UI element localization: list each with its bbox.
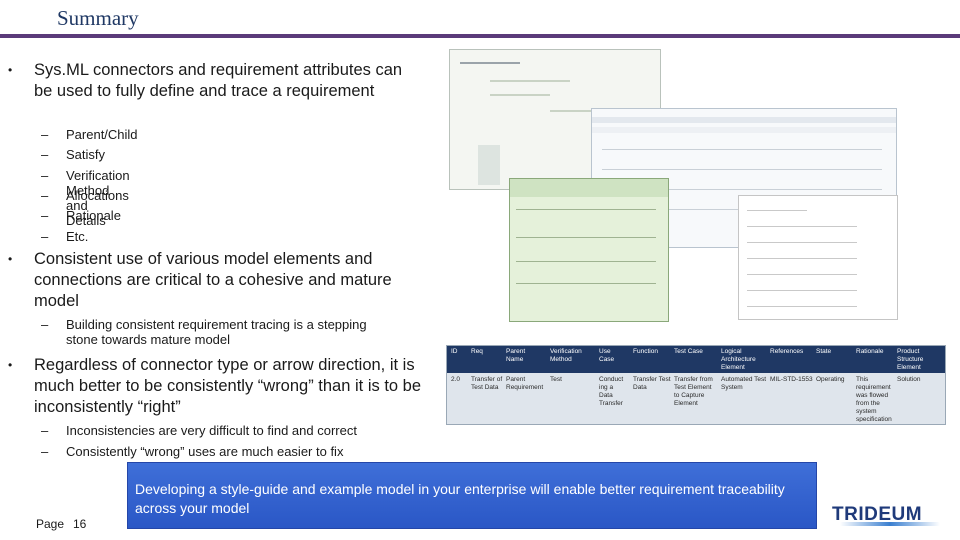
bullet-dot: •: [8, 63, 13, 77]
bullet-dot: •: [8, 252, 13, 266]
table-cell: 2.0: [451, 376, 461, 383]
bullet-text: Consistent use of various model elements…: [34, 250, 392, 310]
table-cell: Automated Test System: [721, 376, 767, 391]
sub-bullet-text: Etc.: [66, 229, 89, 244]
table-header-cell: Verification Method: [550, 348, 582, 363]
logo-swoosh: [840, 522, 940, 526]
bullet-text: Regardless of connector type or arrow di…: [34, 356, 422, 416]
page-label: Page: [36, 517, 65, 531]
page-number: 16: [73, 517, 87, 531]
table-cell: Parent Requirement: [506, 376, 544, 391]
table-cell: Test: [550, 376, 562, 383]
table-header-cell: Rationale: [856, 348, 884, 355]
bullet-list: • Sys.ML connectors and requirement attr…: [0, 0, 440, 470]
table-header-cell: Function: [633, 348, 658, 355]
table-header-cell: Product Structure Element: [897, 348, 924, 371]
sub-bullet-text: Rationale: [66, 208, 121, 223]
table-cell: MIL-STD-1553: [770, 376, 813, 383]
table-header-cell: Use Case: [599, 348, 615, 363]
table-cell: Transfer from Test Element to Capture El…: [674, 376, 713, 407]
requirement-table: ID Req Parent Name Verification Method U…: [446, 345, 946, 425]
table-cell: Conduct ing a Data Transfer: [599, 376, 624, 407]
table-cell: Solution: [897, 376, 921, 383]
requirement-block-screenshot: [509, 178, 669, 322]
sub-bullet-text: Allocations: [66, 188, 129, 203]
specification-list-screenshot: [738, 195, 898, 320]
table-header-cell: References: [770, 348, 804, 355]
sub-bullet-text: Consistently “wrong” uses are much easie…: [66, 444, 344, 459]
table-cell: Transfer Test Data: [633, 376, 671, 391]
table-header-cell: ID: [451, 348, 458, 355]
table-header-cell: Logical Architecture Element: [721, 348, 756, 371]
sub-bullet-text: Satisfy: [66, 147, 106, 162]
bullet-text: Sys.ML connectors and requirement attrib…: [34, 61, 403, 100]
sub-bullet-text: Inconsistencies are very difficult to fi…: [66, 423, 357, 438]
callout-text: Developing a style-guide and example mod…: [135, 481, 785, 516]
sub-bullet-text: Parent/Child: [66, 127, 138, 142]
table-cell: This requirement was flowed from the sys…: [856, 376, 892, 422]
table-cell: Transfer of Test Data: [471, 376, 503, 391]
callout-box: Developing a style-guide and example mod…: [127, 462, 817, 529]
table-header-cell: Test Case: [674, 348, 703, 355]
sub-bullet-text: Building consistent requirement tracing …: [66, 317, 367, 347]
table-header-cell: Parent Name: [506, 348, 526, 363]
company-logo: TRIDEUM: [832, 504, 940, 526]
table-header-cell: State: [816, 348, 832, 355]
table-header-cell: Req: [471, 348, 483, 355]
bullet-dot: •: [8, 358, 13, 372]
table-cell: Operating: [816, 376, 845, 383]
